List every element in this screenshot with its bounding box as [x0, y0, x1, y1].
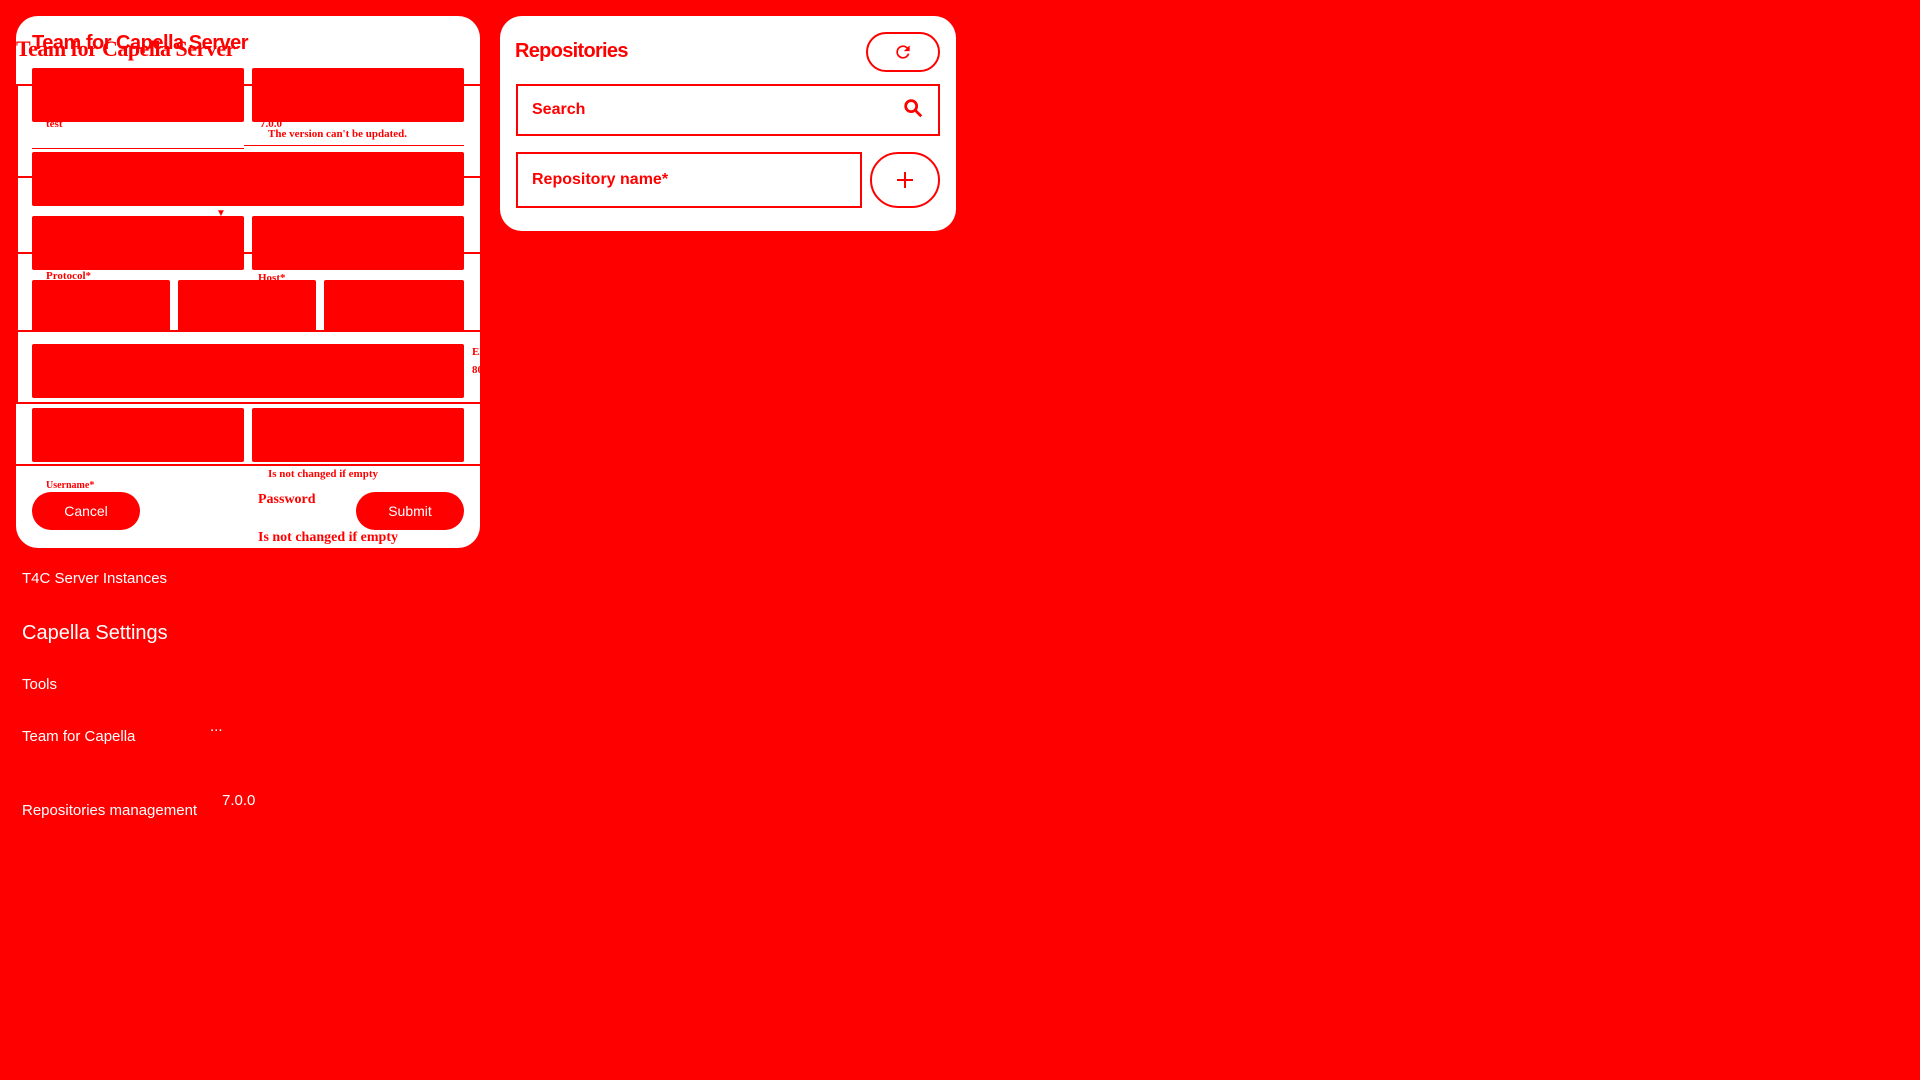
username-field[interactable] [32, 408, 244, 462]
repositories-title: Repositories [515, 40, 628, 62]
refresh-icon [896, 45, 910, 59]
http-port-field[interactable] [324, 280, 464, 332]
password-helper-top: Is not changed if empty [268, 468, 379, 480]
version-helper-text: The version can't be updated. [268, 128, 408, 140]
settings-card-title: Team for Capella Server [16, 36, 235, 61]
side-note: 8080 [472, 364, 494, 376]
search-icon [902, 97, 924, 124]
version-field[interactable] [252, 68, 464, 122]
submit-button[interactable]: Submit [356, 492, 464, 530]
nav-text: T4C Server Instances [22, 570, 168, 587]
port-field[interactable] [32, 280, 170, 332]
rest-api-field[interactable] [32, 344, 464, 398]
repository-name-input[interactable]: Repository name* [516, 152, 862, 208]
section-heading: Capella Settings [22, 622, 168, 644]
nav-text-extra: ... [210, 718, 223, 735]
password-helper-bottom: Is not changed if empty [258, 530, 399, 545]
password-field[interactable] [252, 408, 464, 462]
version-underline [244, 145, 464, 146]
cancel-button[interactable]: Cancel [32, 492, 140, 530]
nav-text: Team for Capella [22, 728, 136, 745]
license-select[interactable] [32, 152, 464, 206]
protocol-select[interactable] [32, 216, 244, 270]
name-value: test [46, 118, 63, 130]
name-field[interactable] [32, 68, 244, 122]
password-label: Password [258, 492, 316, 507]
username-label: Username* [46, 480, 95, 491]
divider-line [16, 84, 18, 404]
host-field[interactable] [252, 216, 464, 270]
nav-text-extra: 7.0.0 [222, 792, 256, 809]
cdo-port-field[interactable] [178, 280, 316, 332]
divider-line [16, 464, 480, 466]
name-underline [32, 148, 244, 149]
refresh-button[interactable] [866, 32, 940, 72]
side-note: EN [472, 346, 488, 358]
nav-text: Repositories management [22, 802, 198, 819]
plus-icon [897, 172, 913, 188]
repository-search-input[interactable]: Search [516, 84, 940, 136]
add-repository-button[interactable] [870, 152, 940, 208]
divider-line [16, 402, 480, 404]
nav-text: Tools [22, 676, 58, 693]
